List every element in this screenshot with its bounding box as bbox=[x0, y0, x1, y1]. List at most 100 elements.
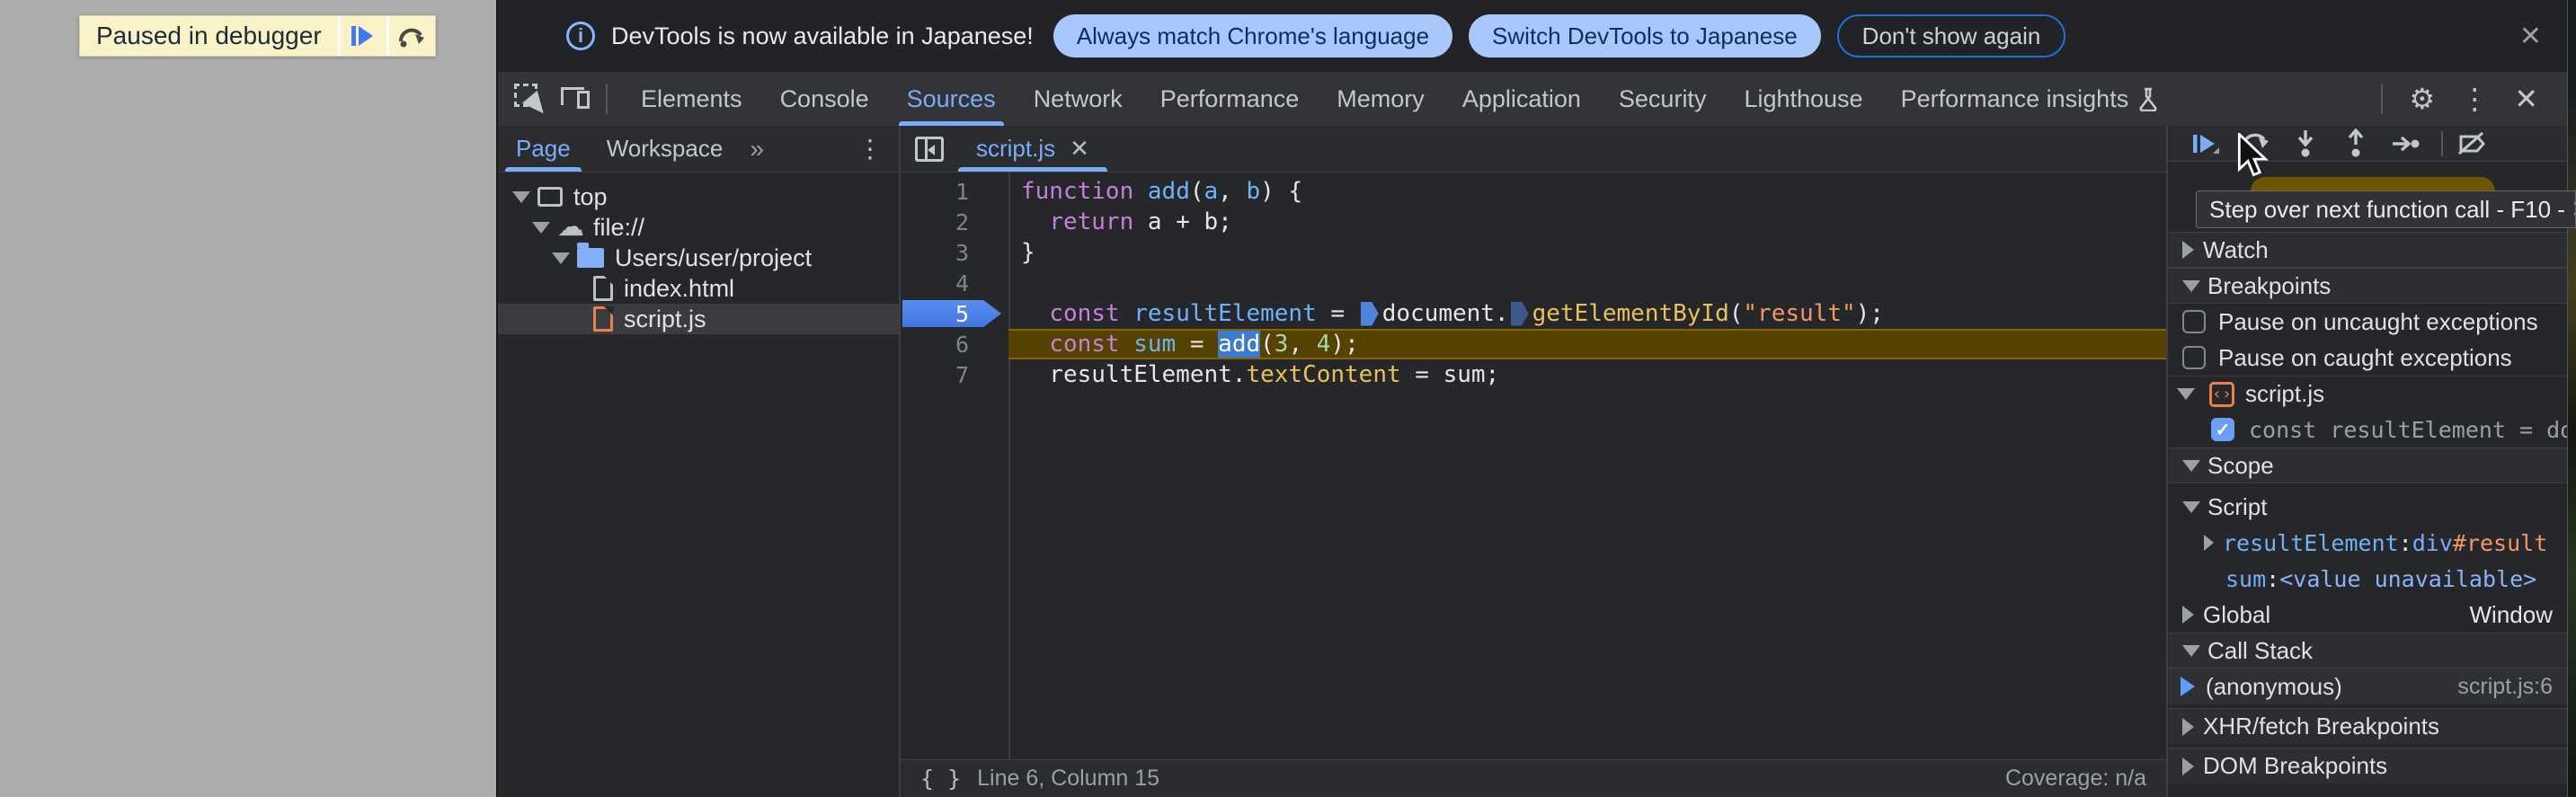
caret-down-icon[interactable] bbox=[512, 190, 530, 203]
breakpoint-marker[interactable] bbox=[902, 300, 1001, 327]
switch-to-japanese-button[interactable]: Switch DevTools to Japanese bbox=[1469, 14, 1821, 58]
navigator-menu-icon[interactable]: ⋮ bbox=[841, 134, 899, 164]
always-match-language-button[interactable]: Always match Chrome's language bbox=[1053, 14, 1453, 58]
code-editor[interactable]: 1 function add(a, b) {2 return a + b; 3} 4 5… bbox=[901, 173, 2166, 759]
notification-close-icon[interactable]: ✕ bbox=[2512, 0, 2549, 72]
gutter-line-7[interactable]: 7 bbox=[901, 359, 1008, 390]
tree-item-top[interactable]: top bbox=[498, 182, 899, 212]
tab-bar-controls: ⚙ ⋮ ✕ bbox=[2367, 72, 2568, 126]
tree-item-project-folder[interactable]: Users/user/project bbox=[498, 243, 899, 273]
gutter-line-4[interactable]: 4 bbox=[901, 268, 1008, 298]
gutter-line-3[interactable]: 3 bbox=[901, 237, 1008, 268]
code-token: = bbox=[1316, 300, 1359, 327]
step-over-banner-button[interactable] bbox=[386, 16, 435, 56]
code-token: const bbox=[1049, 331, 1134, 358]
gutter-line-6[interactable]: 6 bbox=[901, 329, 1008, 359]
tab-memory[interactable]: Memory bbox=[1318, 72, 1443, 126]
pause-caught-checkbox[interactable] bbox=[2182, 346, 2206, 369]
tab-console[interactable]: Console bbox=[761, 72, 888, 126]
section-call-stack[interactable]: Call Stack bbox=[2168, 633, 2567, 669]
section-xhr-breakpoints[interactable]: XHR/fetch Breakpoints bbox=[2168, 708, 2567, 744]
tree-item-script-js[interactable]: script.js bbox=[498, 304, 899, 334]
code-line-4[interactable]: 4 bbox=[901, 268, 2166, 298]
gutter-line-2[interactable]: 2 bbox=[901, 207, 1008, 237]
tab-sources[interactable]: Sources bbox=[888, 72, 1015, 126]
code-line-2[interactable]: 2 return a + b; bbox=[901, 207, 2166, 237]
breakpoint-enabled-checkbox[interactable]: ✓ bbox=[2211, 418, 2234, 441]
tab-lighthouse[interactable]: Lighthouse bbox=[1725, 72, 1881, 126]
cursor-position-label: Line 6, Column 15 bbox=[977, 766, 1160, 791]
collapse-navigator-icon[interactable] bbox=[915, 136, 944, 162]
editor-tab-script-js[interactable]: script.js ✕ bbox=[958, 126, 1107, 172]
resume-script-button[interactable] bbox=[337, 16, 386, 56]
caret-down-icon[interactable] bbox=[552, 252, 570, 264]
scope-script-row[interactable]: Script bbox=[2168, 489, 2567, 525]
code-line-5[interactable]: 5 const resultElement = document. getElem… bbox=[901, 298, 2166, 329]
info-icon: i bbox=[566, 22, 595, 50]
tab-performance[interactable]: Performance bbox=[1141, 72, 1319, 126]
code-token: 3 bbox=[1274, 331, 1289, 358]
device-toolbar-icon[interactable] bbox=[561, 84, 591, 114]
navigator-tab-page[interactable]: Page bbox=[498, 126, 589, 172]
tab-elements[interactable]: Elements bbox=[622, 72, 761, 126]
code-token: ( bbox=[1189, 178, 1204, 205]
caret-right-icon[interactable] bbox=[2182, 606, 2194, 624]
step-out-button[interactable] bbox=[2341, 128, 2371, 159]
inspect-element-icon[interactable] bbox=[514, 84, 552, 120]
pause-uncaught-checkbox[interactable] bbox=[2182, 310, 2206, 333]
active-frame-arrow-icon bbox=[2181, 677, 2195, 696]
scope-resultelement-row[interactable]: resultElement: div #result bbox=[2168, 525, 2567, 561]
scope-var-name: sum bbox=[2225, 565, 2267, 592]
resume-button[interactable] bbox=[2190, 128, 2220, 159]
section-dom-breakpoints[interactable]: DOM Breakpoints bbox=[2168, 748, 2567, 784]
caret-right-icon[interactable] bbox=[2204, 535, 2214, 551]
section-watch[interactable]: Watch bbox=[2168, 232, 2567, 268]
settings-gear-icon[interactable]: ⚙ bbox=[2397, 72, 2448, 126]
inline-breakpoint-marker-active[interactable] bbox=[1360, 301, 1379, 326]
navigator-tab-workspace[interactable]: Workspace bbox=[589, 126, 742, 172]
breakpoint-gutter-line-5[interactable]: 5 bbox=[901, 298, 1008, 329]
breakpoints-label: Breakpoints bbox=[2207, 271, 2332, 299]
tab-application[interactable]: Application bbox=[1443, 72, 1600, 126]
deactivate-breakpoints-button[interactable] bbox=[2456, 128, 2486, 159]
section-scope[interactable]: Scope bbox=[2168, 447, 2567, 483]
code-token: add bbox=[1147, 178, 1190, 205]
tree-item-file-scheme[interactable]: ☁ file:// bbox=[498, 212, 899, 243]
pause-caught-row[interactable]: Pause on caught exceptions bbox=[2168, 340, 2567, 376]
pause-uncaught-row[interactable]: Pause on uncaught exceptions bbox=[2168, 304, 2567, 340]
breakpoint-entry-row[interactable]: ✓ const resultElement = doc⋯ 5 bbox=[2168, 412, 2576, 447]
navigator-tab-bar: Page Workspace » ⋮ bbox=[498, 126, 899, 173]
code-line-3[interactable]: 3} bbox=[901, 237, 2166, 268]
inline-breakpoint-marker-candidate[interactable] bbox=[1510, 301, 1529, 326]
caret-down-icon[interactable] bbox=[532, 221, 550, 234]
code-line-7[interactable]: 7 resultElement. textContent = sum; bbox=[901, 359, 2166, 390]
gutter-line-1[interactable]: 1 bbox=[901, 176, 1008, 207]
scope-sum-row[interactable]: sum: <value unavailable> bbox=[2168, 561, 2567, 597]
code-line-6[interactable]: 6 const sum = add(3, 4); bbox=[901, 329, 2166, 359]
breakpoint-group-row[interactable]: ‹› script.js bbox=[2168, 376, 2567, 412]
notification-bar: i DevTools is now available in Japanese!… bbox=[498, 0, 2567, 72]
close-devtools-icon[interactable]: ✕ bbox=[2501, 72, 2551, 126]
more-tabs-icon[interactable]: » bbox=[741, 135, 771, 164]
execution-line-source: const sum = add(3, 4); bbox=[1008, 329, 2166, 359]
dont-show-again-button[interactable]: Don't show again bbox=[1836, 14, 2066, 58]
tab-network[interactable]: Network bbox=[1015, 72, 1141, 126]
navigator-pane: Page Workspace » ⋮ top ☁ file:// Users/u… bbox=[498, 126, 901, 797]
code-token: b bbox=[1246, 178, 1261, 205]
tab-performance-insights[interactable]: Performance insights bbox=[1882, 72, 2179, 126]
more-options-icon[interactable]: ⋮ bbox=[2447, 72, 2501, 126]
code-line-1[interactable]: 1 function add(a, b) { bbox=[901, 176, 2166, 207]
tree-label: index.html bbox=[624, 274, 735, 302]
caret-down-icon bbox=[2182, 459, 2200, 472]
step-into-button[interactable] bbox=[2290, 128, 2321, 159]
scope-global-row[interactable]: Global Window bbox=[2168, 597, 2567, 633]
scope-node-id: #result bbox=[2452, 529, 2548, 556]
close-tab-icon[interactable]: ✕ bbox=[1070, 135, 1089, 163]
format-code-icon[interactable]: { } bbox=[920, 766, 961, 792]
section-breakpoints[interactable]: Breakpoints bbox=[2168, 268, 2567, 304]
call-stack-frame-row[interactable]: (anonymous) script.js:6 bbox=[2168, 669, 2567, 704]
step-button[interactable] bbox=[2391, 128, 2421, 159]
tree-item-index-html[interactable]: index.html bbox=[498, 273, 899, 304]
tab-security[interactable]: Security bbox=[1600, 72, 1726, 126]
